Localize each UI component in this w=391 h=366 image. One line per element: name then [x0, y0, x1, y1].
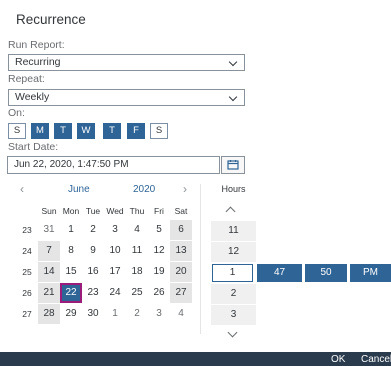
chevron-up-icon[interactable] — [225, 206, 236, 217]
month-button[interactable]: June — [68, 184, 90, 195]
calendar-day[interactable]: 29 — [60, 304, 82, 324]
cancel-button[interactable]: Cancel — [361, 354, 391, 365]
calendar-day[interactable]: 1 — [104, 304, 126, 324]
weekday-name: Tue — [85, 206, 101, 216]
calendar-day[interactable]: 6 — [170, 220, 192, 240]
calendar-day[interactable]: 14 — [38, 262, 60, 282]
day-toggle-thursday[interactable]: T — [103, 123, 121, 139]
calendar-day[interactable]: 11 — [126, 241, 148, 261]
calendar-day[interactable]: 4 — [170, 304, 192, 324]
calendar-week-row: 25 14 15 16 17 18 19 20 — [18, 262, 192, 282]
chevron-down-icon[interactable] — [227, 327, 238, 338]
calendar-day[interactable]: 2 — [82, 220, 104, 240]
hours-label: Hours — [221, 184, 246, 194]
start-date-label: Start Date: — [8, 141, 59, 153]
hour-option[interactable]: 2 — [211, 284, 256, 304]
weekday-name: Sun — [41, 206, 57, 216]
calendar-day[interactable]: 26 — [148, 283, 170, 303]
calendar-day[interactable]: 20 — [170, 262, 192, 282]
weekday-name: Thu — [129, 206, 145, 216]
day-toggle-tuesday[interactable]: T — [54, 123, 72, 139]
previous-month-button[interactable]: ‹ — [20, 182, 24, 196]
calendar-day[interactable]: 8 — [60, 241, 82, 261]
calendar-day[interactable]: 12 — [148, 241, 170, 261]
year-button[interactable]: 2020 — [133, 184, 155, 195]
calendar-grid: 23 31 1 2 3 4 5 6 24 7 8 9 10 11 12 13 2… — [18, 220, 192, 324]
calendar-day[interactable]: 27 — [170, 283, 192, 303]
calendar-day[interactable]: 16 — [82, 262, 104, 282]
week-number: 23 — [22, 225, 32, 235]
minutes-picker[interactable]: 47 — [257, 264, 302, 282]
start-date-input[interactable]: Jun 22, 2020, 1:47:50 PM — [7, 156, 220, 174]
calendar-day[interactable]: 18 — [126, 262, 148, 282]
hour-option[interactable]: 11 — [211, 221, 256, 241]
weekday-name: Sat — [174, 206, 188, 216]
chevron-down-icon — [228, 57, 238, 67]
week-number: 25 — [22, 267, 32, 277]
dialog-title: Recurrence — [16, 12, 86, 27]
day-toggle-saturday[interactable]: S — [150, 123, 168, 139]
calendar-day[interactable]: 15 — [60, 262, 82, 282]
calendar-day[interactable]: 7 — [38, 241, 60, 261]
on-label: On: — [8, 107, 25, 119]
period-picker[interactable]: PM — [350, 264, 391, 282]
calendar-day[interactable]: 13 — [170, 241, 192, 261]
calendar-day[interactable]: 23 — [82, 283, 104, 303]
calendar-week-row: 23 31 1 2 3 4 5 6 — [18, 220, 192, 240]
hour-option[interactable]: 12 — [211, 242, 256, 262]
calendar-week-row: 24 7 8 9 10 11 12 13 — [18, 241, 192, 261]
ok-button[interactable]: OK — [331, 354, 345, 365]
week-number: 24 — [22, 246, 32, 256]
calendar-day[interactable]: 17 — [104, 262, 126, 282]
next-month-button[interactable]: › — [183, 182, 187, 196]
calendar-day[interactable]: 25 — [126, 283, 148, 303]
calendar-day[interactable]: 31 — [38, 220, 60, 240]
weekday-name: Mon — [62, 206, 80, 216]
repeat-value: Weekly — [15, 91, 50, 103]
week-number: 27 — [22, 309, 32, 319]
day-toggle-friday[interactable]: F — [127, 123, 145, 139]
run-report-select[interactable]: Recurring — [8, 54, 245, 71]
calendar-day-selected[interactable]: 22 — [60, 283, 82, 303]
weekday-name: Fri — [154, 206, 164, 216]
dialog-footer: OK Cancel — [0, 352, 391, 366]
calendar-divider — [200, 184, 201, 334]
calendar-day[interactable]: 28 — [38, 304, 60, 324]
calendar-day[interactable]: 10 — [104, 241, 126, 261]
calendar-day[interactable]: 9 — [82, 241, 104, 261]
calendar-day[interactable]: 1 — [60, 220, 82, 240]
calendar-day[interactable]: 21 — [38, 283, 60, 303]
calendar-day[interactable]: 2 — [126, 304, 148, 324]
calendar-day[interactable]: 5 — [148, 220, 170, 240]
calendar-day[interactable]: 4 — [126, 220, 148, 240]
run-report-label: Run Report: — [8, 39, 65, 51]
calendar-icon — [227, 160, 239, 170]
calendar-day[interactable]: 3 — [104, 220, 126, 240]
calendar-week-row: 27 28 29 30 1 2 3 4 — [18, 304, 192, 324]
week-number: 26 — [22, 288, 32, 298]
run-report-value: Recurring — [15, 56, 61, 68]
day-toggle-sunday[interactable]: S — [8, 123, 26, 139]
repeat-label: Repeat: — [8, 73, 45, 85]
day-toggle-monday[interactable]: M — [31, 123, 49, 139]
hour-option-selected[interactable]: 1 — [212, 264, 253, 282]
weekday-name: Wed — [106, 206, 124, 216]
chevron-down-icon — [228, 92, 238, 102]
calendar-week-row: 26 21 22 23 24 25 26 27 — [18, 283, 192, 303]
calendar-day[interactable]: 24 — [104, 283, 126, 303]
weekday-header: Sun Mon Tue Wed Thu Fri Sat — [38, 206, 192, 216]
calendar-day[interactable]: 3 — [148, 304, 170, 324]
day-toggle-wednesday[interactable]: W — [77, 123, 95, 139]
calendar-button[interactable] — [221, 156, 245, 174]
hour-option[interactable]: 3 — [211, 305, 256, 325]
calendar-day[interactable]: 19 — [148, 262, 170, 282]
calendar-day[interactable]: 30 — [82, 304, 104, 324]
seconds-picker[interactable]: 50 — [305, 264, 347, 282]
repeat-select[interactable]: Weekly — [8, 89, 245, 106]
